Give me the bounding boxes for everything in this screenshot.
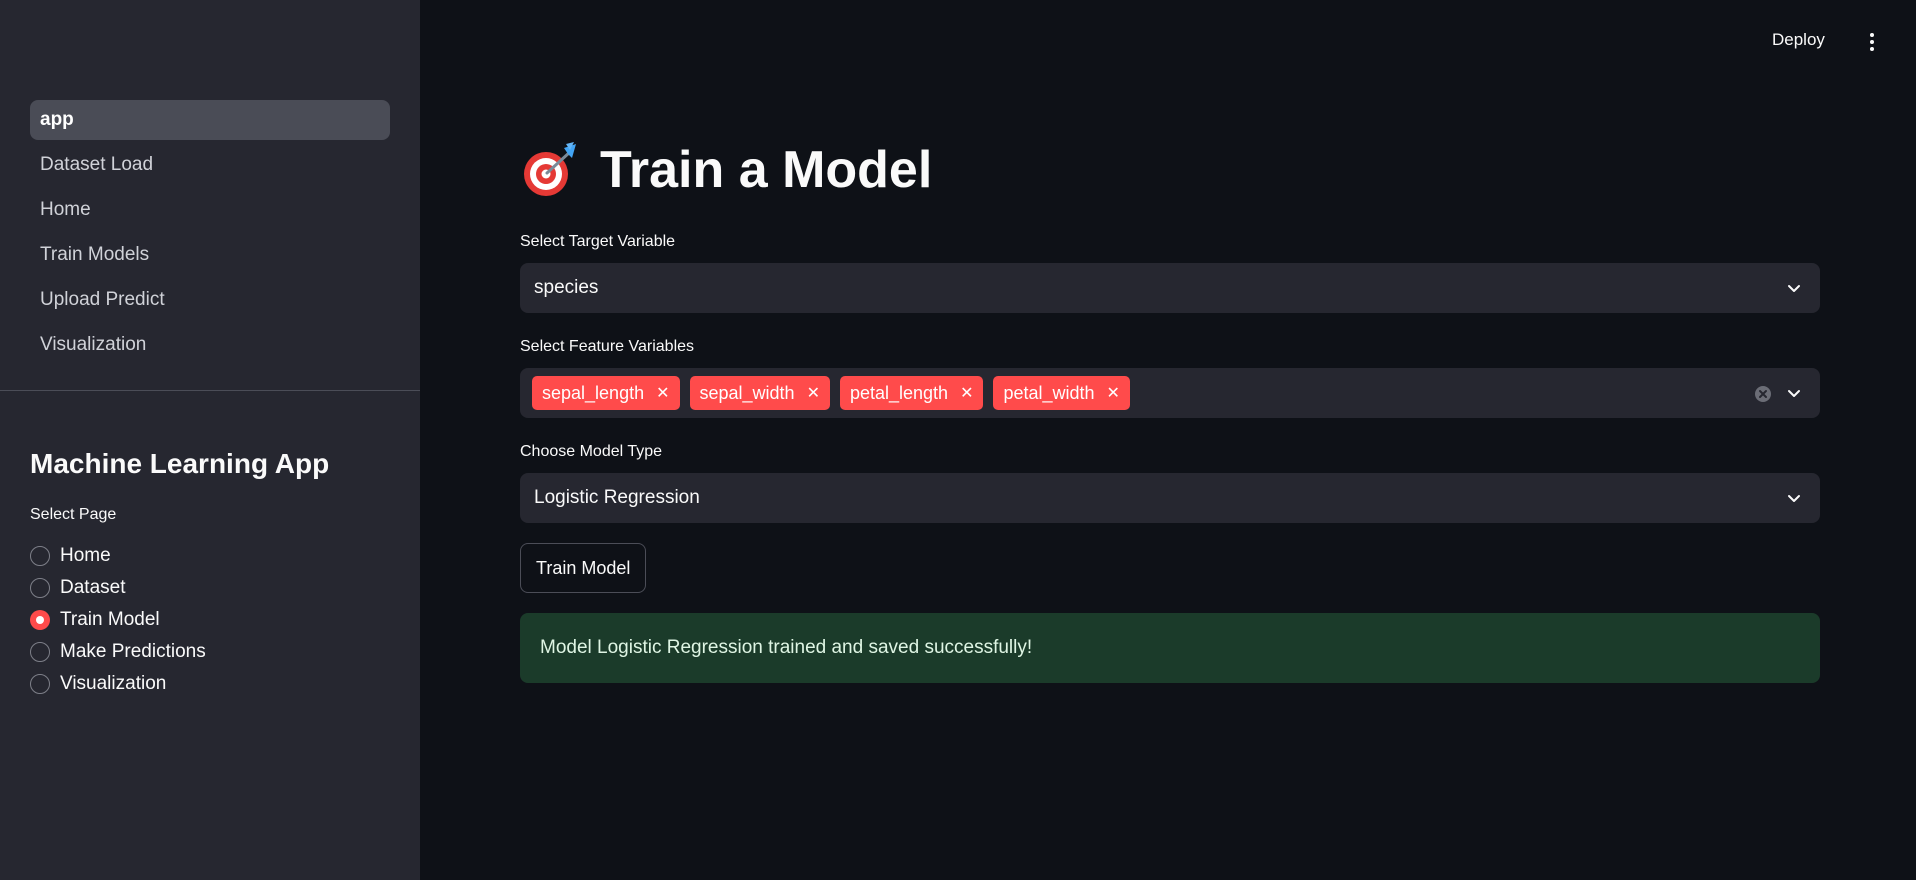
radio-option-train-model[interactable]: Train Model	[30, 604, 206, 636]
feature-tag: petal_length ✕	[839, 376, 984, 410]
page-title-text: Train a Model	[600, 141, 933, 199]
feature-tag: sepal_length ✕	[532, 376, 680, 410]
model-type-value: Logistic Regression	[534, 487, 700, 508]
radio-option-label: Train Model	[60, 609, 160, 630]
deploy-button[interactable]: Deploy	[1772, 30, 1825, 50]
train-model-button[interactable]: Train Model	[520, 543, 647, 593]
selected-tags: sepal_length ✕ sepal_width ✕ petal_length ✕…	[532, 376, 1140, 410]
tag-label: sepal_length	[542, 382, 645, 403]
radio-option-make-predictions[interactable]: Make Predictions	[30, 636, 206, 668]
feature-tag: sepal_width ✕	[689, 376, 830, 410]
radio-option-label: Dataset	[60, 577, 126, 598]
model-type-select[interactable]: Logistic Regression	[520, 473, 1820, 523]
sidebar-divider	[0, 390, 420, 391]
radio-option-dataset[interactable]: Dataset	[30, 572, 206, 604]
sidebar: app Dataset Load Home Train Models Uploa…	[0, 0, 420, 880]
sidebar-title: Machine Learning App	[30, 448, 330, 479]
chevron-down-icon	[1788, 285, 1800, 292]
radio-option-visualization[interactable]: Visualization	[30, 668, 206, 700]
target-icon	[524, 142, 576, 196]
radio-button-selected[interactable]	[30, 610, 50, 630]
page-title: Train a Model	[520, 140, 932, 200]
success-alert: Model Logistic Regression trained and sa…	[520, 613, 1820, 683]
radio-option-home[interactable]: Home	[30, 540, 206, 572]
sidebar-nav: app Dataset Load Home Train Models Uploa…	[30, 100, 390, 370]
feature-variables-multiselect[interactable]: sepal_length ✕ sepal_width ✕ petal_length ✕…	[520, 368, 1820, 418]
clear-all-icon[interactable]	[1754, 385, 1772, 403]
radio-button[interactable]	[30, 642, 50, 662]
radio-button[interactable]	[30, 578, 50, 598]
tag-remove-icon[interactable]: ✕	[960, 383, 973, 403]
chevron-down-icon	[1788, 390, 1800, 397]
target-variable-label: Select Target Variable	[520, 233, 676, 250]
target-variable-value: species	[534, 277, 599, 298]
radio-group-label: Select Page	[30, 506, 117, 523]
radio-option-label: Make Predictions	[60, 641, 206, 662]
radio-button[interactable]	[30, 546, 50, 566]
page-radio-group: Home Dataset Train Model Make Prediction…	[30, 540, 206, 700]
chevron-down-icon	[1788, 495, 1800, 502]
tag-remove-icon[interactable]: ✕	[1107, 383, 1120, 403]
kebab-menu-icon[interactable]	[1862, 30, 1882, 54]
radio-option-label: Home	[60, 545, 111, 566]
feature-tag: petal_width ✕	[993, 376, 1130, 410]
nav-item-visualization[interactable]: Visualization	[30, 325, 390, 365]
nav-item-home[interactable]: Home	[30, 190, 390, 230]
nav-item-upload-predict[interactable]: Upload Predict	[30, 280, 390, 320]
success-message: Model Logistic Regression trained and sa…	[540, 637, 1033, 658]
nav-item-app[interactable]: app	[30, 100, 390, 140]
tag-label: petal_length	[849, 382, 949, 403]
tag-label: petal_width	[1003, 382, 1095, 403]
radio-button[interactable]	[30, 674, 50, 694]
nav-item-train-models[interactable]: Train Models	[30, 235, 390, 275]
model-type-label: Choose Model Type	[520, 443, 663, 460]
radio-option-label: Visualization	[60, 673, 167, 694]
feature-variables-label: Select Feature Variables	[520, 338, 695, 355]
target-variable-select[interactable]: species	[520, 263, 1820, 313]
tag-remove-icon[interactable]: ✕	[807, 383, 820, 403]
tag-remove-icon[interactable]: ✕	[656, 383, 669, 403]
nav-item-dataset-load[interactable]: Dataset Load	[30, 145, 390, 185]
tag-label: sepal_width	[699, 382, 795, 403]
